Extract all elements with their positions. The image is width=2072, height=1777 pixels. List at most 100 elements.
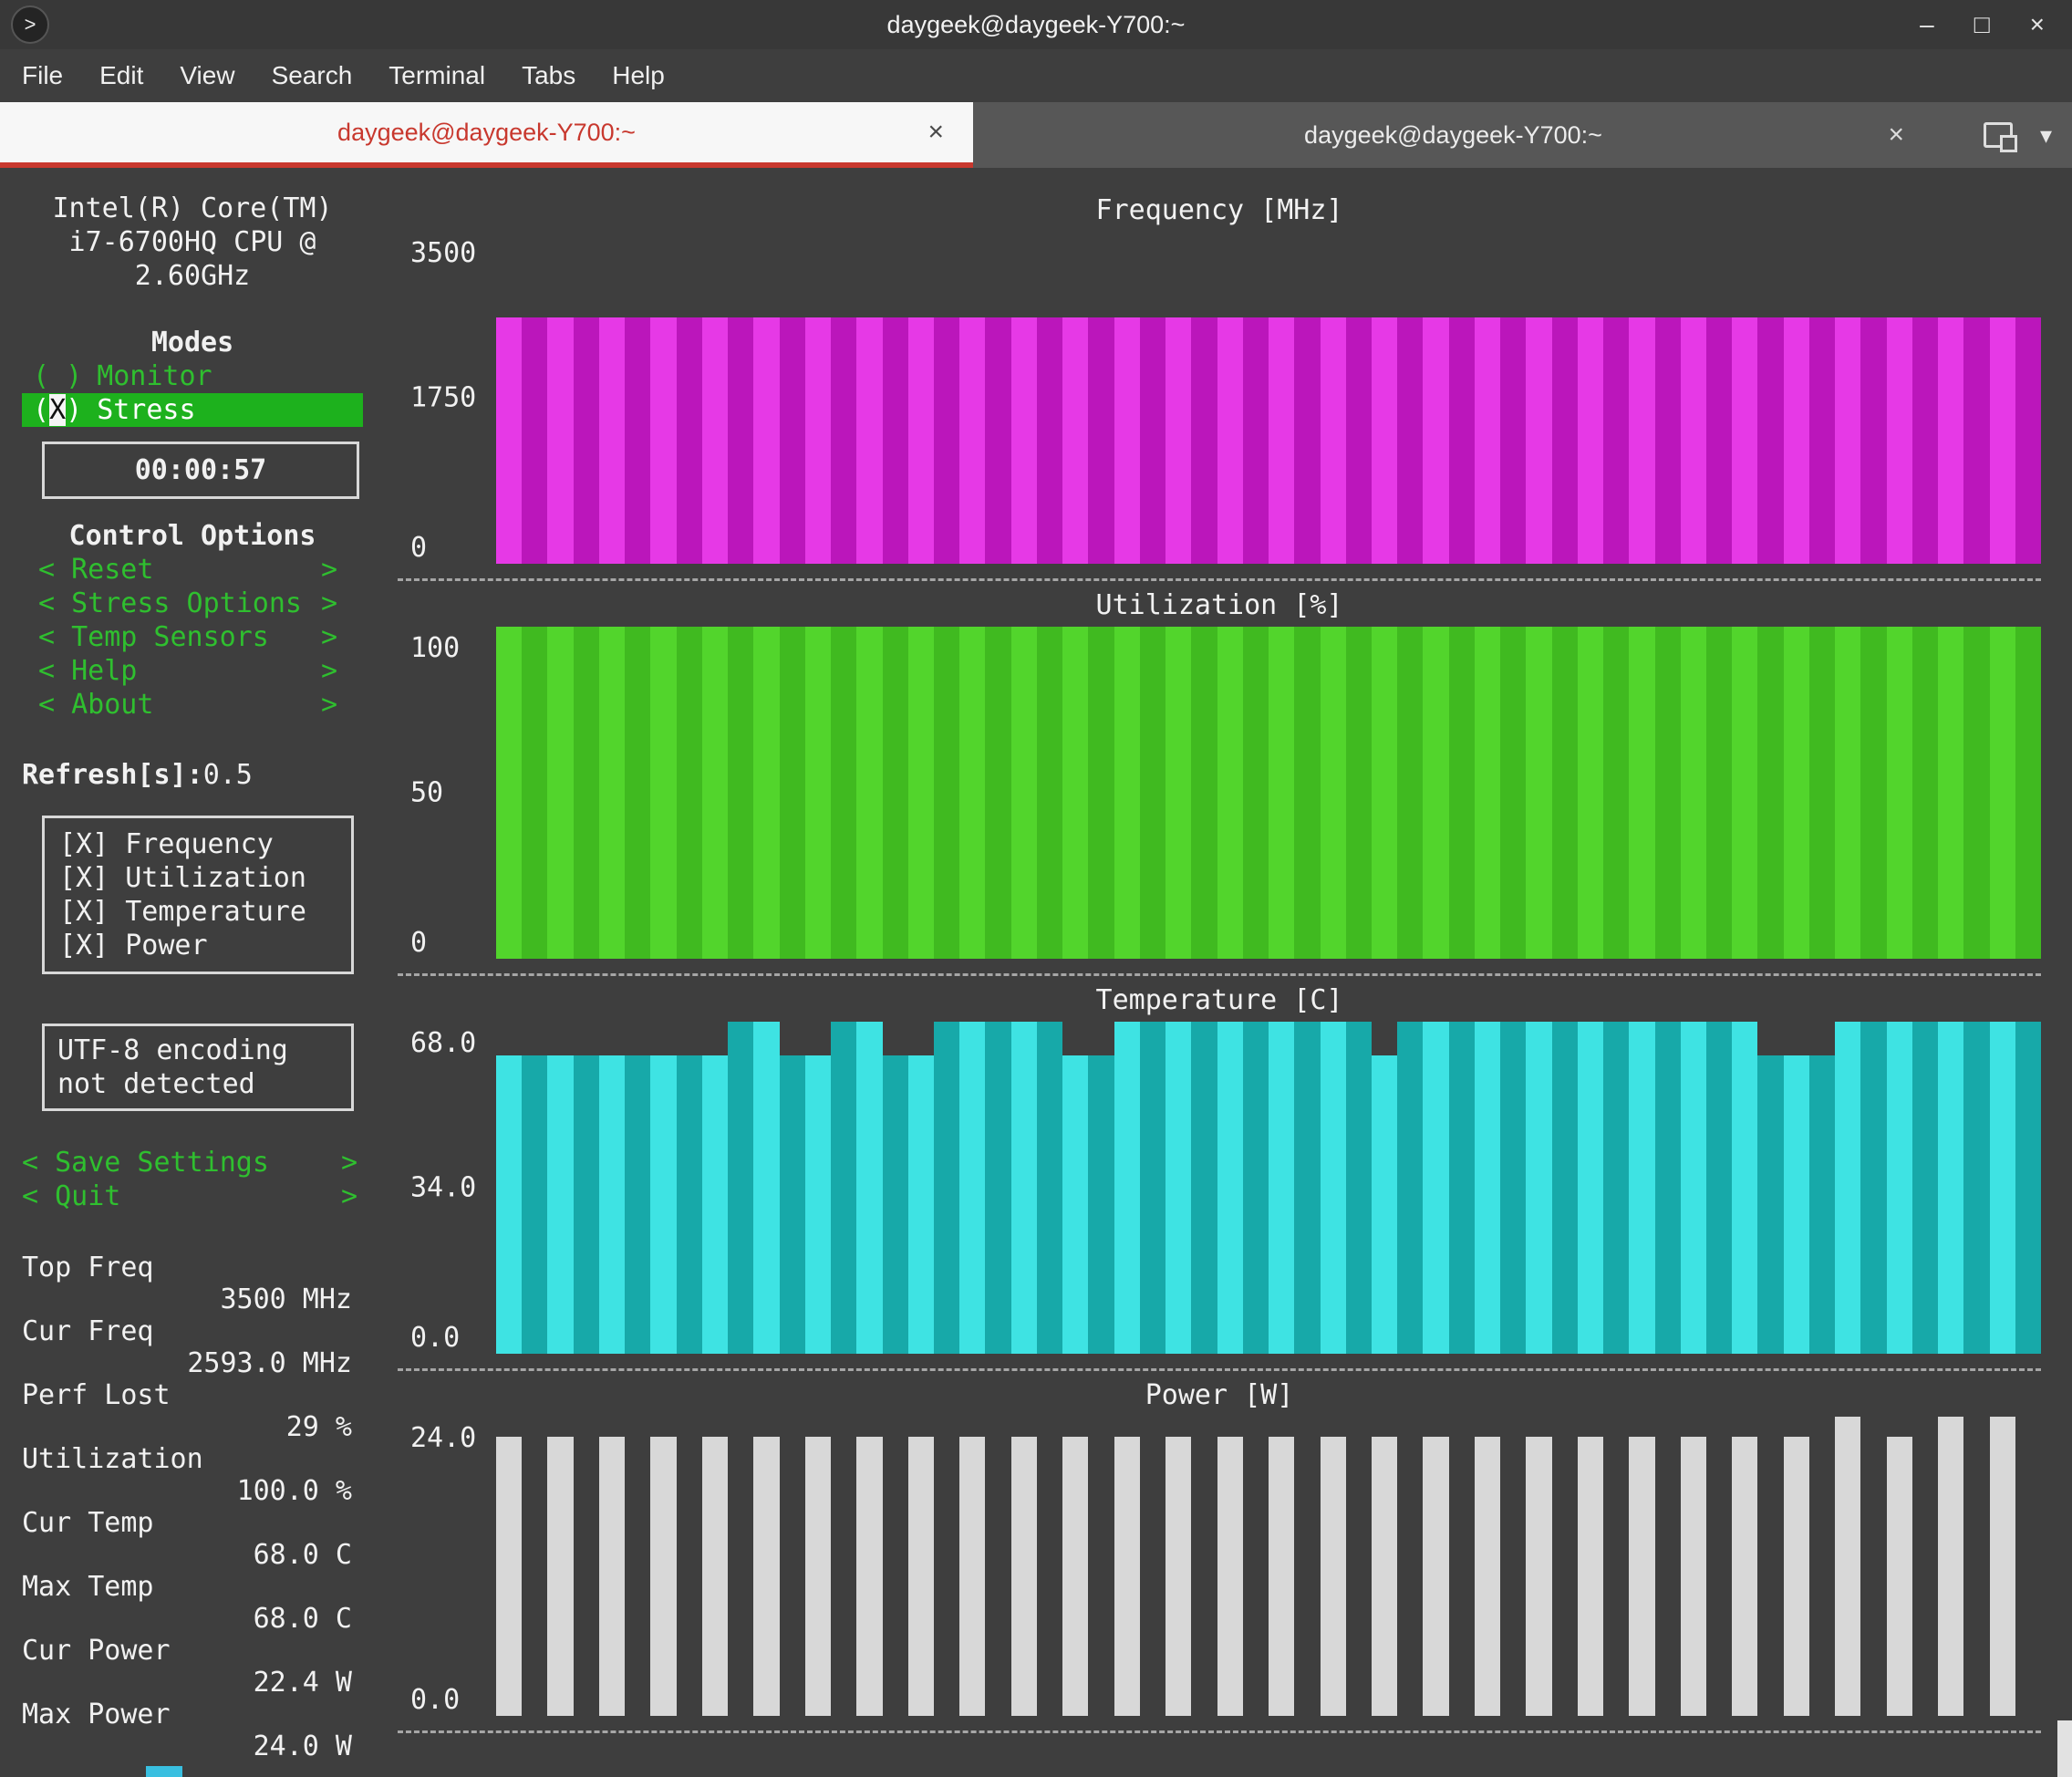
y-axis-tick: 1750 <box>410 381 477 414</box>
chart-bar <box>598 317 626 564</box>
chart-bar <box>2015 317 2042 564</box>
chevron-down-icon[interactable]: ▾ <box>2040 121 2052 150</box>
chart-bar <box>985 1022 1011 1354</box>
tab-close-icon[interactable]: × <box>927 117 944 148</box>
control-temp-sensors-button[interactable]: < Temp Sensors > <box>22 620 337 654</box>
tab-terminal-1[interactable]: daygeek@daygeek-Y700:~ × <box>0 102 973 168</box>
chart-bar <box>856 317 883 564</box>
control-about-button[interactable]: < About > <box>22 688 337 722</box>
chart-bar <box>1629 317 1655 564</box>
chart-bar <box>1732 627 1758 959</box>
y-axis-tick: 100 <box>410 632 461 664</box>
menu-search[interactable]: Search <box>272 61 353 90</box>
button-right: > <box>340 1180 357 1212</box>
graph-separator <box>398 973 2041 976</box>
chart-bar <box>1062 627 1089 959</box>
chart-bar <box>985 1436 1011 1716</box>
utilization-chart: Utilization [%] 100 50 0 <box>398 585 2042 959</box>
control-reset-button[interactable]: < Reset > <box>22 553 337 587</box>
menu-view[interactable]: View <box>180 61 234 90</box>
chart-bar <box>1680 317 1707 564</box>
chart-bar <box>625 1055 651 1354</box>
chart-bar <box>1294 317 1321 564</box>
menu-help[interactable]: Help <box>612 61 665 90</box>
chart-bar <box>1654 1436 1681 1716</box>
chart-bar <box>1423 627 1449 959</box>
chart-bar <box>1629 1022 1655 1354</box>
chart-bar <box>1603 1436 1630 1716</box>
mode-option-stress[interactable]: (X) Stress <box>22 393 363 427</box>
toggle-frequency[interactable]: [X] Frequency <box>59 827 337 861</box>
chart-bar <box>522 1436 548 1716</box>
chart-bar <box>1242 627 1269 959</box>
chart-bar <box>1500 627 1527 959</box>
chart-bar <box>1320 1436 1346 1716</box>
chart-bar <box>1397 317 1424 564</box>
chart-bar <box>1835 627 1861 959</box>
chart-bar <box>1269 317 1295 564</box>
chart-bar <box>804 627 832 959</box>
chart-bar <box>1808 1055 1836 1354</box>
chart-bar <box>728 627 754 959</box>
toggle-power[interactable]: [X] Power <box>59 929 337 962</box>
button-right: > <box>320 689 337 721</box>
button-left: < Save Settings <box>22 1147 269 1179</box>
chart-bar <box>1397 1022 1424 1354</box>
utilization-bars <box>496 627 2042 959</box>
chart-bar <box>804 1436 832 1716</box>
tab-terminal-2[interactable]: daygeek@daygeek-Y700:~ × <box>973 102 1933 168</box>
chart-title: Power [W] <box>1145 1379 1294 1411</box>
partially-visible-element <box>146 1766 182 1777</box>
y-axis-tick: 0 <box>410 532 428 564</box>
chart-bar <box>1551 317 1578 564</box>
chart-bar <box>701 317 729 564</box>
toggle-utilization[interactable]: [X] Utilization <box>59 861 337 895</box>
chart-bar <box>1345 1436 1372 1716</box>
menu-edit[interactable]: Edit <box>99 61 143 90</box>
new-window-icon[interactable] <box>1983 122 2017 152</box>
save-settings-button[interactable]: < Save Settings > <box>22 1146 357 1179</box>
cpu-name-line: i7-6700HQ CPU @ <box>68 226 316 258</box>
chart-bar <box>1757 1436 1784 1716</box>
toggle-temperature[interactable]: [X] Temperature <box>59 895 337 929</box>
chart-bar <box>1757 627 1784 959</box>
chart-bar <box>728 317 754 564</box>
chart-bar <box>856 1436 883 1716</box>
chart-bar <box>1139 317 1166 564</box>
stat-label: Cur Temp <box>22 1507 154 1539</box>
chart-bar <box>1474 627 1501 959</box>
frequency-chart: Frequency [MHz] 3500 1750 0 <box>398 168 2042 564</box>
chart-bar <box>1526 1022 1552 1354</box>
chart-bar <box>1320 1022 1346 1354</box>
chart-bar <box>1577 627 1604 959</box>
chart-bar <box>1860 1022 1887 1354</box>
chart-bar <box>1963 1436 1990 1716</box>
maximize-icon[interactable]: □ <box>1974 10 1990 39</box>
refresh-rate[interactable]: Refresh[s]:0.5 <box>22 758 398 792</box>
mode-option-monitor[interactable]: ( ) Monitor <box>22 359 363 393</box>
tab-close-icon[interactable]: × <box>1888 120 1904 151</box>
chart-bar <box>701 627 729 959</box>
chart-bar <box>1603 627 1630 959</box>
menu-tabs[interactable]: Tabs <box>522 61 575 90</box>
chart-bar <box>1217 627 1243 959</box>
chart-bar <box>1242 1022 1269 1354</box>
chart-bar <box>1062 1436 1089 1716</box>
chart-bar <box>676 317 702 564</box>
chart-bar <box>856 1022 883 1354</box>
chart-bar <box>1732 1436 1758 1716</box>
chart-bar <box>831 317 857 564</box>
control-help-button[interactable]: < Help > <box>22 654 337 688</box>
close-icon[interactable]: × <box>2030 10 2045 39</box>
chart-bar <box>573 317 599 564</box>
minimize-icon[interactable]: – <box>1920 10 1934 39</box>
quit-button[interactable]: < Quit > <box>22 1179 357 1213</box>
chart-bar <box>522 627 548 959</box>
chart-bar <box>882 1055 908 1354</box>
control-stress-options-button[interactable]: < Stress Options > <box>22 587 337 620</box>
scrollbar-thumb[interactable] <box>2057 1720 2072 1777</box>
radio-state: (X) <box>33 394 83 426</box>
menu-terminal[interactable]: Terminal <box>388 61 485 90</box>
chart-bar <box>985 627 1011 959</box>
menu-file[interactable]: File <box>22 61 63 90</box>
